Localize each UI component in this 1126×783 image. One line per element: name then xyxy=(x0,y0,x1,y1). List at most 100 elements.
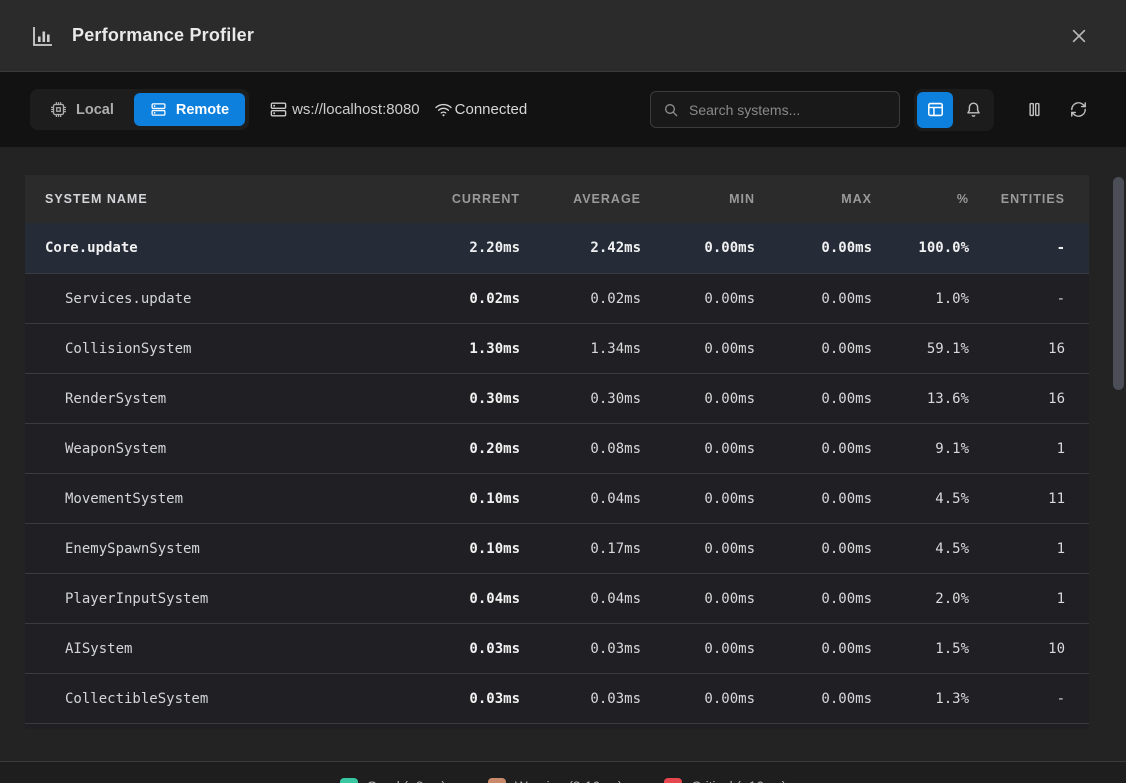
server-icon xyxy=(269,100,288,119)
refresh-button[interactable] xyxy=(1060,92,1096,128)
cell-max: 0.00ms xyxy=(755,391,872,407)
table-row[interactable]: CollectibleSystem 0.03ms 0.03ms 0.00ms 0… xyxy=(25,673,1089,723)
cell-system-name: MovementSystem xyxy=(25,491,410,507)
cell-entities: 10 xyxy=(969,641,1065,657)
cell-average: 0.04ms xyxy=(520,491,641,507)
local-button[interactable]: Local xyxy=(34,93,130,126)
remote-button-label: Remote xyxy=(176,102,229,118)
cell-current: 0.30ms xyxy=(410,391,520,407)
cell-average: 0.03ms xyxy=(520,691,641,707)
cell-min: 0.00ms xyxy=(641,240,755,256)
table-row[interactable]: WeaponSystem 0.20ms 0.08ms 0.00ms 0.00ms… xyxy=(25,423,1089,473)
column-header-entities: ENTITIES xyxy=(969,192,1065,206)
cell-pct: 1.3% xyxy=(872,691,969,707)
cell-max: 0.00ms xyxy=(755,441,872,457)
close-button[interactable] xyxy=(1062,19,1096,53)
cell-min: 0.00ms xyxy=(641,691,755,707)
cell-max: 0.00ms xyxy=(755,691,872,707)
cell-entities: 16 xyxy=(969,341,1065,357)
scrollbar-thumb[interactable] xyxy=(1113,177,1124,390)
search-input[interactable] xyxy=(689,102,887,118)
table-row[interactable]: CollisionSystem 1.30ms 1.34ms 0.00ms 0.0… xyxy=(25,323,1089,373)
cell-pct: 59.1% xyxy=(872,341,969,357)
cell-current: 0.10ms xyxy=(410,541,520,557)
scrollbar-track[interactable] xyxy=(1113,177,1124,757)
cell-entities: 11 xyxy=(969,491,1065,507)
cell-entities: 1 xyxy=(969,441,1065,457)
cell-current: 0.20ms xyxy=(410,441,520,457)
cell-average: 0.30ms xyxy=(520,391,641,407)
cell-current: 0.02ms xyxy=(410,291,520,307)
legend-swatch-icon xyxy=(664,778,682,783)
connection-status: Connected xyxy=(434,100,528,119)
table-row[interactable]: AISystem 0.03ms 0.03ms 0.00ms 0.00ms 1.5… xyxy=(25,623,1089,673)
table-row[interactable]: EnemySpawnSystem 0.10ms 0.17ms 0.00ms 0.… xyxy=(25,523,1089,573)
cell-max: 0.00ms xyxy=(755,291,872,307)
cell-min: 0.00ms xyxy=(641,491,755,507)
cell-average: 0.17ms xyxy=(520,541,641,557)
table-row[interactable]: Core.update 2.20ms 2.42ms 0.00ms 0.00ms … xyxy=(25,223,1089,273)
cell-average: 0.02ms xyxy=(520,291,641,307)
cell-max: 0.00ms xyxy=(755,491,872,507)
local-button-label: Local xyxy=(76,102,114,118)
table-view-button[interactable] xyxy=(917,92,953,128)
view-toggle-group xyxy=(914,89,994,131)
pause-button[interactable] xyxy=(1016,92,1052,128)
table-row[interactable]: Services.update 0.02ms 0.02ms 0.00ms 0.0… xyxy=(25,273,1089,323)
table-view-icon xyxy=(926,100,945,119)
cell-min: 0.00ms xyxy=(641,441,755,457)
cell-current: 0.04ms xyxy=(410,591,520,607)
column-header-min: MIN xyxy=(641,192,755,206)
cell-max: 0.00ms xyxy=(755,341,872,357)
cell-average: 0.04ms xyxy=(520,591,641,607)
column-header-max: MAX xyxy=(755,192,872,206)
column-header-average: AVERAGE xyxy=(520,192,641,206)
table-body: Core.update 2.20ms 2.42ms 0.00ms 0.00ms … xyxy=(25,223,1089,723)
cell-pct: 4.5% xyxy=(872,491,969,507)
cell-entities: - xyxy=(969,691,1065,707)
title-bar: Performance Profiler xyxy=(0,0,1126,72)
cell-min: 0.00ms xyxy=(641,291,755,307)
legend-item: Good (<8ms) xyxy=(340,778,446,783)
cell-pct: 4.5% xyxy=(872,541,969,557)
cell-average: 0.08ms xyxy=(520,441,641,457)
cell-pct: 13.6% xyxy=(872,391,969,407)
cell-min: 0.00ms xyxy=(641,541,755,557)
search-box xyxy=(650,91,900,128)
pause-icon xyxy=(1025,100,1044,119)
wifi-icon xyxy=(434,100,453,119)
alerts-button[interactable] xyxy=(955,92,991,128)
table-row[interactable]: RenderSystem 0.30ms 0.30ms 0.00ms 0.00ms… xyxy=(25,373,1089,423)
legend-bar: Good (<8ms) Warning (8-16ms) Critical (>… xyxy=(0,761,1126,783)
legend-item: Critical (>16ms) xyxy=(664,778,786,783)
cell-entities: 1 xyxy=(969,591,1065,607)
cell-pct: 2.0% xyxy=(872,591,969,607)
cell-pct: 1.0% xyxy=(872,291,969,307)
cell-entities: 16 xyxy=(969,391,1065,407)
table-row[interactable]: MovementSystem 0.10ms 0.04ms 0.00ms 0.00… xyxy=(25,473,1089,523)
cell-current: 0.03ms xyxy=(410,691,520,707)
cell-entities: - xyxy=(969,240,1065,256)
cell-min: 0.00ms xyxy=(641,591,755,607)
table-row[interactable]: PlayerInputSystem 0.04ms 0.04ms 0.00ms 0… xyxy=(25,573,1089,623)
cell-pct: 1.5% xyxy=(872,641,969,657)
column-header-pct: % xyxy=(872,192,969,206)
cell-pct: 100.0% xyxy=(872,240,969,256)
cell-system-name: EnemySpawnSystem xyxy=(25,541,410,557)
remote-button[interactable]: Remote xyxy=(134,93,245,126)
cell-system-name: Core.update xyxy=(25,240,410,256)
legend-swatch-icon xyxy=(340,778,358,783)
cell-system-name: CollisionSystem xyxy=(25,341,410,357)
cell-max: 0.00ms xyxy=(755,591,872,607)
bell-icon xyxy=(964,100,983,119)
cell-pct: 9.1% xyxy=(872,441,969,457)
cell-average: 1.34ms xyxy=(520,341,641,357)
legend-swatch-icon xyxy=(488,778,506,783)
connection-url: ws://localhost:8080 xyxy=(269,100,420,119)
cell-min: 0.00ms xyxy=(641,341,755,357)
systems-table: SYSTEM NAME CURRENT AVERAGE MIN MAX % EN… xyxy=(25,175,1089,723)
toolbar: Local Remote ws://localhost:8080 xyxy=(0,72,1126,147)
cell-max: 0.00ms xyxy=(755,240,872,256)
table-clipped-row xyxy=(25,723,1089,729)
cell-system-name: WeaponSystem xyxy=(25,441,410,457)
